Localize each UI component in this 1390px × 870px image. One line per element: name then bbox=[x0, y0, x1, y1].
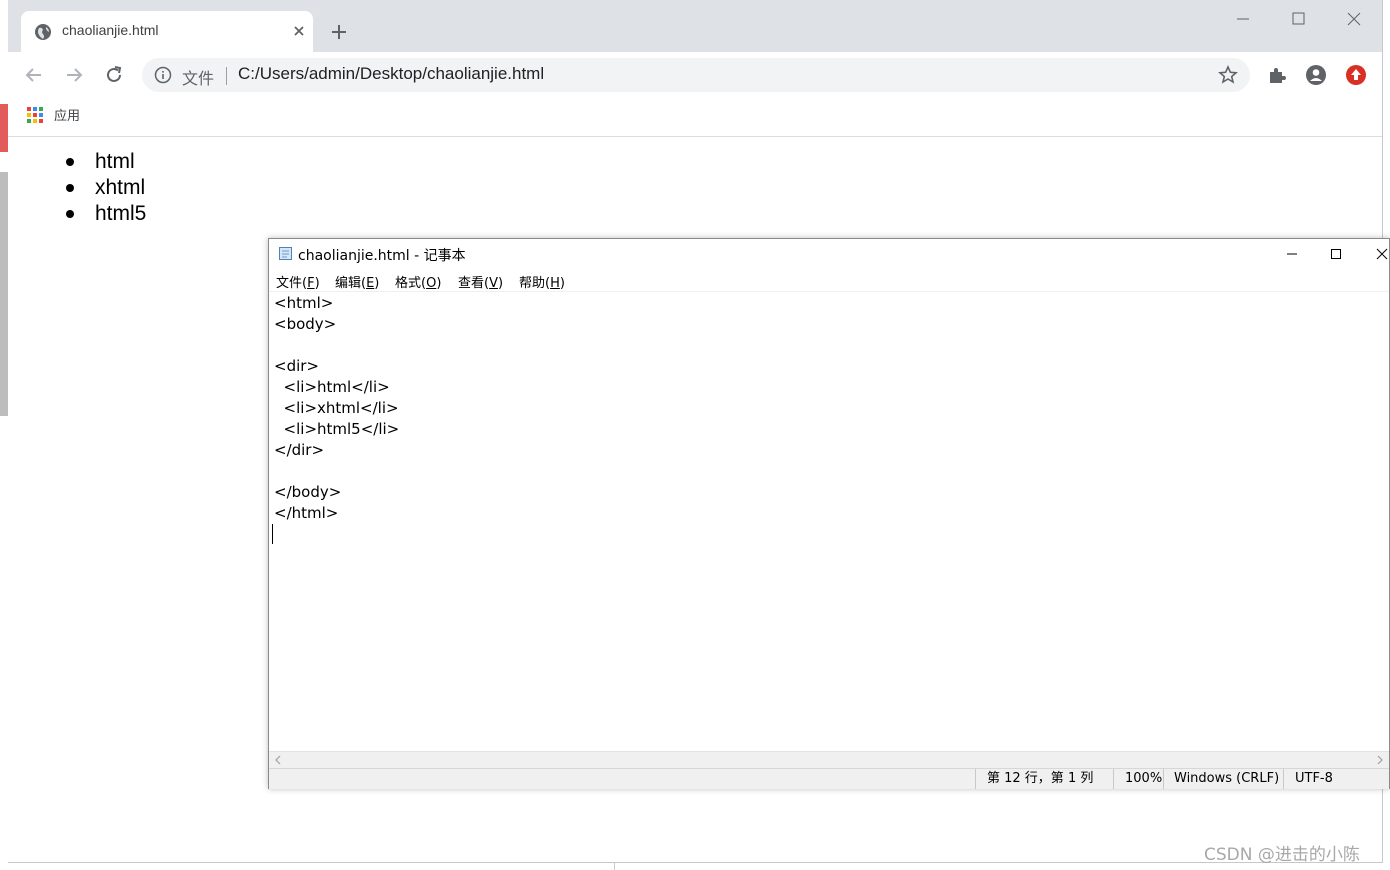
info-icon[interactable] bbox=[154, 66, 172, 84]
scheme-label: 文件 bbox=[182, 69, 215, 88]
forward-arrow-icon[interactable] bbox=[63, 64, 85, 86]
bookmarks-bar: 应用 bbox=[8, 98, 1382, 137]
minimize-icon[interactable] bbox=[1231, 10, 1255, 28]
close-icon[interactable] bbox=[291, 23, 307, 39]
status-line-ending: Windows (CRLF) bbox=[1163, 769, 1283, 789]
status-encoding: UTF-8 bbox=[1283, 769, 1389, 789]
close-window-icon[interactable] bbox=[1342, 10, 1366, 28]
status-zoom: 100% bbox=[1113, 769, 1163, 789]
desktop-left-gray-strip bbox=[0, 172, 8, 416]
page-bottom-mark bbox=[614, 862, 615, 870]
notepad-text[interactable]: <html> <body> <dir> <li>html</li> <li>xh… bbox=[274, 293, 399, 524]
new-tab-icon[interactable] bbox=[329, 22, 349, 42]
menu-format[interactable]: 格式(O) bbox=[395, 272, 441, 291]
globe-icon bbox=[35, 24, 51, 40]
star-icon[interactable] bbox=[1218, 65, 1238, 85]
notepad-text-area[interactable]: <html> <body> <dir> <li>html</li> <li>xh… bbox=[269, 291, 1389, 752]
list-item: html bbox=[66, 149, 146, 175]
omnibox-separator bbox=[226, 67, 227, 85]
maximize-icon[interactable] bbox=[1286, 10, 1310, 28]
status-position: 第 12 行，第 1 列 bbox=[975, 769, 1113, 789]
scroll-right-icon[interactable] bbox=[1374, 754, 1386, 766]
list-item: xhtml bbox=[66, 175, 146, 201]
tab-title: chaolianjie.html bbox=[62, 22, 159, 38]
notepad-title: chaolianjie.html - 记事本 bbox=[298, 248, 466, 264]
csdn-watermark: CSDN @进击的小陈 bbox=[1204, 845, 1360, 865]
bullet bbox=[66, 184, 74, 192]
tab-active[interactable]: chaolianjie.html bbox=[21, 11, 313, 52]
menu-edit[interactable]: 编辑(E) bbox=[335, 272, 379, 291]
notepad-statusbar: 第 12 行，第 1 列 100% Windows (CRLF) UTF-8 bbox=[269, 768, 1389, 789]
notepad-minimize-icon[interactable] bbox=[1283, 245, 1301, 263]
notepad-titlebar[interactable]: chaolianjie.html - 记事本 bbox=[269, 239, 1389, 269]
menu-view[interactable]: 查看(V) bbox=[458, 272, 503, 291]
scroll-left-icon[interactable] bbox=[272, 754, 284, 766]
apps-grid-icon[interactable] bbox=[26, 106, 44, 124]
text-caret bbox=[272, 524, 273, 544]
notepad-icon bbox=[279, 247, 292, 260]
reload-icon[interactable] bbox=[103, 64, 125, 86]
notepad-maximize-icon[interactable] bbox=[1327, 245, 1345, 263]
menu-help[interactable]: 帮助(H) bbox=[519, 272, 565, 291]
notepad-menubar: 文件(F) 编辑(E) 格式(O) 查看(V) 帮助(H) bbox=[269, 269, 1389, 291]
horizontal-scrollbar[interactable] bbox=[269, 751, 1389, 769]
dir-list: html xhtml html5 bbox=[66, 149, 146, 227]
address-bar[interactable]: 文件 C:/Users/admin/Desktop/chaolianjie.ht… bbox=[142, 58, 1250, 92]
profile-icon[interactable] bbox=[1305, 64, 1327, 86]
desktop-left-red-strip bbox=[0, 104, 8, 152]
bullet bbox=[66, 210, 74, 218]
back-arrow-icon[interactable] bbox=[23, 64, 45, 86]
tab-strip: chaolianjie.html bbox=[8, 0, 1382, 52]
menu-file[interactable]: 文件(F) bbox=[276, 272, 320, 291]
notepad-window: chaolianjie.html - 记事本 文件(F) 编辑(E) 格式(O)… bbox=[268, 238, 1390, 789]
update-icon[interactable] bbox=[1345, 64, 1367, 86]
extensions-icon[interactable] bbox=[1266, 64, 1288, 86]
browser-toolbar: 文件 C:/Users/admin/Desktop/chaolianjie.ht… bbox=[8, 52, 1382, 98]
notepad-close-icon[interactable] bbox=[1373, 245, 1390, 263]
desktop-bottom-strip bbox=[0, 862, 1390, 870]
url-text[interactable]: C:/Users/admin/Desktop/chaolianjie.html bbox=[238, 64, 544, 84]
apps-label[interactable]: 应用 bbox=[54, 105, 80, 124]
bullet bbox=[66, 158, 74, 166]
list-item: html5 bbox=[66, 201, 146, 227]
